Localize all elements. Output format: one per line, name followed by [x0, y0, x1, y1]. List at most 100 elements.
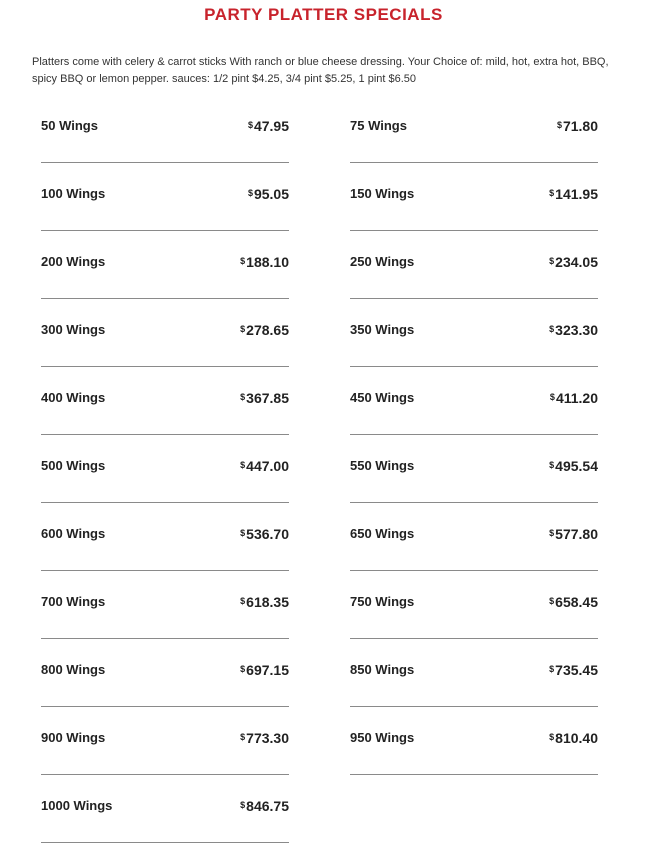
item-divider	[41, 434, 289, 435]
item-divider	[41, 638, 289, 639]
item-divider	[41, 774, 289, 775]
menu-item: 400 Wings $367.85	[41, 381, 289, 449]
menu-item: 100 Wings $95.05	[41, 177, 289, 245]
price-value: 323.30	[555, 322, 598, 338]
price-value: 577.80	[555, 526, 598, 542]
price-value: 495.54	[555, 458, 598, 474]
menu-item: 500 Wings $447.00	[41, 449, 289, 517]
item-name: 500 Wings	[41, 458, 106, 473]
item-divider	[350, 230, 598, 231]
item-divider	[350, 434, 598, 435]
price-value: 536.70	[246, 526, 289, 542]
price-value: 447.00	[246, 458, 289, 474]
price-value: 141.95	[555, 186, 598, 202]
item-price: $411.20	[550, 390, 598, 406]
menu-item: 900 Wings $773.30	[41, 721, 289, 789]
currency-symbol: $	[247, 188, 253, 198]
price-value: 95.05	[253, 186, 289, 202]
price-value: 697.15	[246, 662, 289, 678]
item-name: 50 Wings	[41, 118, 98, 133]
currency-symbol: $	[240, 732, 246, 742]
item-name: 700 Wings	[41, 594, 106, 609]
item-price: $188.10	[240, 254, 289, 270]
item-name: 900 Wings	[41, 730, 106, 745]
currency-symbol: $	[240, 256, 246, 266]
item-price: $536.70	[240, 526, 289, 542]
item-divider	[350, 162, 598, 163]
item-divider	[41, 366, 289, 367]
price-value: 71.80	[562, 118, 598, 134]
price-value: 810.40	[555, 730, 598, 746]
price-value: 618.35	[246, 594, 289, 610]
menu-item: 150 Wings $141.95	[350, 177, 598, 245]
menu-item: 75 Wings $71.80	[350, 109, 598, 177]
item-divider	[41, 162, 289, 163]
item-price: $577.80	[549, 526, 598, 542]
item-divider	[41, 298, 289, 299]
menu-item: 600 Wings $536.70	[41, 517, 289, 585]
menu-item: 350 Wings $323.30	[350, 313, 598, 381]
currency-symbol: $	[556, 120, 562, 130]
item-name: 250 Wings	[350, 254, 415, 269]
item-price: $618.35	[240, 594, 289, 610]
item-divider	[350, 706, 598, 707]
currency-symbol: $	[549, 188, 555, 198]
item-divider	[41, 842, 289, 843]
currency-symbol: $	[549, 528, 555, 538]
item-divider	[350, 502, 598, 503]
menu-item: 550 Wings $495.54	[350, 449, 598, 517]
currency-symbol: $	[549, 256, 555, 266]
item-name: 550 Wings	[350, 458, 415, 473]
currency-symbol: $	[240, 596, 246, 606]
item-price: $810.40	[549, 730, 598, 746]
item-name: 1000 Wings	[41, 798, 113, 813]
item-divider	[350, 366, 598, 367]
currency-symbol: $	[240, 324, 246, 334]
menu-item: 950 Wings $810.40	[350, 721, 598, 789]
currency-symbol: $	[240, 528, 246, 538]
item-name: 200 Wings	[41, 254, 106, 269]
item-price: $846.75	[240, 798, 289, 814]
menu-item: 700 Wings $618.35	[41, 585, 289, 653]
menu-item: 850 Wings $735.45	[350, 653, 598, 721]
menu-item: 450 Wings $411.20	[350, 381, 598, 449]
currency-symbol: $	[549, 664, 555, 674]
currency-symbol: $	[240, 392, 246, 402]
menu-item: 200 Wings $188.10	[41, 245, 289, 313]
menu-item: 750 Wings $658.45	[350, 585, 598, 653]
price-value: 278.65	[246, 322, 289, 338]
menu-item: 50 Wings $47.95	[41, 109, 289, 177]
item-name: 100 Wings	[41, 186, 106, 201]
price-value: 188.10	[246, 254, 289, 270]
price-value: 773.30	[246, 730, 289, 746]
currency-symbol: $	[240, 800, 246, 810]
item-name: 800 Wings	[41, 662, 106, 677]
item-name: 350 Wings	[350, 322, 415, 337]
currency-symbol: $	[549, 732, 555, 742]
item-name: 750 Wings	[350, 594, 415, 609]
item-divider	[350, 570, 598, 571]
item-price: $141.95	[549, 186, 598, 202]
item-price: $697.15	[240, 662, 289, 678]
page-title: PARTY PLATTER SPECIALS	[204, 5, 443, 24]
item-price: $71.80	[557, 118, 598, 134]
item-divider	[350, 298, 598, 299]
currency-symbol: $	[549, 392, 555, 402]
item-price: $658.45	[549, 594, 598, 610]
currency-symbol: $	[247, 120, 253, 130]
currency-symbol: $	[549, 460, 555, 470]
item-price: $735.45	[549, 662, 598, 678]
menu-list: 50 Wings $47.95 75 Wings $71.80 100 Wing…	[41, 109, 598, 857]
price-value: 234.05	[555, 254, 598, 270]
item-price: $447.00	[240, 458, 289, 474]
menu-item: 250 Wings $234.05	[350, 245, 598, 313]
item-name: 150 Wings	[350, 186, 415, 201]
menu-item: 650 Wings $577.80	[350, 517, 598, 585]
item-price: $234.05	[549, 254, 598, 270]
item-price: $47.95	[248, 118, 289, 134]
price-value: 658.45	[555, 594, 598, 610]
item-name: 850 Wings	[350, 662, 415, 677]
item-divider	[350, 774, 598, 775]
item-name: 400 Wings	[41, 390, 106, 405]
item-name: 450 Wings	[350, 390, 415, 405]
